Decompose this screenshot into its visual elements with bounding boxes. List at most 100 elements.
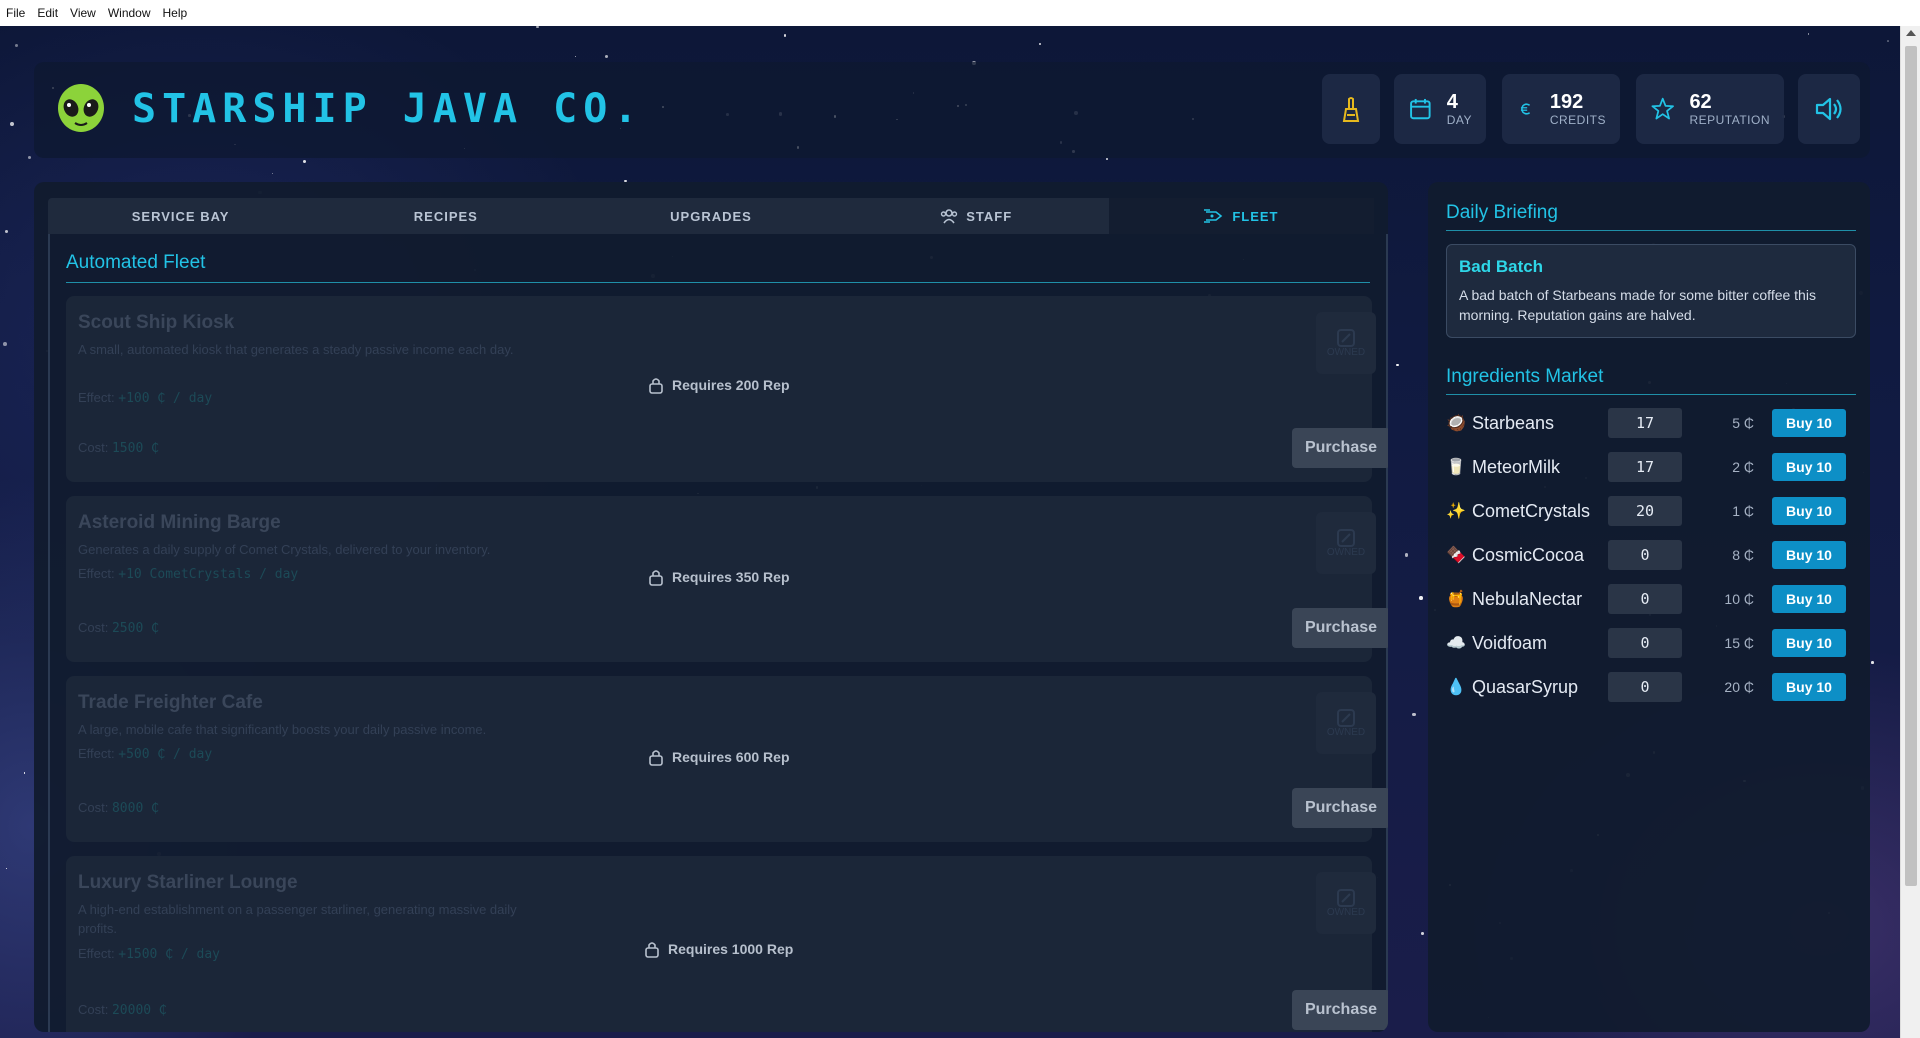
droplet-icon: 💧 [1446,679,1466,696]
tab-label: RECIPES [413,208,478,224]
star-decoration [1396,363,1399,367]
star-decoration [9,121,14,126]
tab-service-bay[interactable]: SERVICE BAY [48,198,313,234]
buy-voidfoam-button[interactable]: Buy 10 [1772,629,1846,657]
tab-recipes[interactable]: RECIPES [313,198,578,234]
star-decoration [604,54,608,59]
effect-value: +100 ₵ / day [118,391,213,406]
alien-logo-icon [58,84,104,132]
cost-label: Cost: [78,620,109,635]
calendar-icon [1410,98,1431,120]
ingredient-price: 8 ₵ [1732,547,1754,563]
menu-file[interactable]: File [6,6,25,20]
scroll-up-arrow[interactable] [1906,30,1916,36]
purchase-button[interactable]: Purchase [1292,608,1388,648]
effect-label: Effect: [78,566,115,581]
cost-value: 1500 ₵ [111,441,159,456]
star-decoration [27,155,31,160]
owned-label: OWNED [1326,906,1366,918]
star-decoration [574,55,577,58]
owned-badge: OWNED [1316,512,1376,574]
credits-stat: 192 CREDITS [1502,74,1620,144]
buy-cosmiccocoa-button[interactable]: Buy 10 [1772,541,1846,569]
ingredient-name: MeteorMilk [1472,456,1561,477]
tab-upgrades[interactable]: UPGRADES [578,198,843,234]
buy-meteormilk-button[interactable]: Buy 10 [1772,453,1846,481]
ingredient-qty: 20 [1608,496,1682,526]
menu-window[interactable]: Window [108,6,151,20]
cost-label: Cost: [78,1002,109,1017]
panel-border-left [48,234,50,1032]
menu-view[interactable]: View [70,6,96,20]
ingredient-price: 1 ₵ [1732,503,1754,519]
fleet-item-description: A small, automated kiosk that generates … [78,342,514,357]
rep-requirement: Requires 350 Rep [648,568,790,586]
owned-label: OWNED [1326,346,1366,358]
buy-quasarsyrup-button[interactable]: Buy 10 [1772,673,1846,701]
market-title: Ingredients Market [1446,366,1604,387]
fleet-card-luxury-starliner-lounge: Luxury Starliner Lounge A high-end estab… [66,856,1388,1032]
game-header: STARSHIP JAVA CO. 4 DAY 192 CREDITS 62 R… [34,62,1870,158]
star-decoration [14,44,18,48]
milk-icon: 🥛 [1446,459,1466,476]
owned-label: OWNED [1326,726,1366,738]
cost-label: Cost: [78,800,109,815]
reputation-value: 62 [1689,91,1712,113]
scroll-thumb[interactable] [1905,46,1917,886]
ingredient-name: Voidfoam [1472,632,1548,653]
cost-value: 8000 ₵ [111,801,159,816]
fleet-item-description: A large, mobile cafe that significantly … [78,722,487,737]
fleet-item-cost: Cost: 1500 ₵ [78,440,159,456]
fleet-item-name: Luxury Starliner Lounge [78,872,298,893]
star-decoration [1404,553,1409,557]
ingredient-price: 20 ₵ [1724,679,1754,695]
requirement-text: Requires 600 Rep [672,749,790,765]
brand-title: STARSHIP JAVA CO. [132,86,644,132]
star-decoration [1038,42,1041,46]
menu-edit[interactable]: Edit [37,6,58,20]
purchase-button[interactable]: Purchase [1292,428,1388,468]
rep-requirement: Requires 200 Rep [648,376,790,394]
ingredient-qty: 0 [1608,584,1682,614]
buy-starbeans-button[interactable]: Buy 10 [1772,409,1846,437]
ingredient-price: 15 ₵ [1724,635,1754,651]
purchase-button[interactable]: Purchase [1292,990,1388,1030]
rep-requirement: Requires 600 Rep [648,748,790,766]
buy-cometcrystals-button[interactable]: Buy 10 [1772,497,1846,525]
cost-value: 2500 ₵ [111,621,159,636]
menu-help[interactable]: Help [163,6,188,20]
purchase-button[interactable]: Purchase [1292,788,1388,828]
requirement-text: Requires 1000 Rep [668,941,794,957]
fleet-item-effect: Effect: +500 ₵ / day [78,746,212,762]
effect-label: Effect: [78,746,115,761]
effect-label: Effect: [78,946,115,961]
reputation-label: REPUTATION [1689,113,1770,127]
owned-check-icon [1337,528,1355,547]
star-decoration [783,34,787,37]
star-icon [1651,97,1674,120]
owned-check-icon [1337,708,1355,727]
ingredient-row-starbeans: 🥥 Starbeans 17 5 ₵ Buy 10 [1446,408,1856,438]
briefing-divider [1446,230,1856,231]
page-scrollbar[interactable] [1900,26,1920,1038]
tab-fleet[interactable]: FLEET [1108,198,1375,234]
buy-nebulanectar-button[interactable]: Buy 10 [1772,585,1846,613]
tab-staff[interactable]: STAFF [844,198,1109,234]
tab-label: SERVICE BAY [131,208,230,224]
requirement-text: Requires 350 Rep [672,569,790,585]
ingredient-price: 10 ₵ [1724,591,1754,607]
owned-label: OWNED [1326,546,1366,558]
sound-toggle-button[interactable] [1798,74,1860,144]
sparkles-icon: ✨ [1446,503,1466,520]
cleaning-icon [1342,97,1360,122]
janitor-button[interactable] [1322,74,1380,144]
fleet-item-name: Scout Ship Kiosk [78,312,235,333]
fleet-card-scout-ship-kiosk: Scout Ship Kiosk A small, automated kios… [66,296,1388,482]
fleet-item-effect: Effect: +10 CometCrystals / day [78,566,298,582]
ingredient-qty: 0 [1608,540,1682,570]
fleet-icon [1204,209,1223,223]
ingredient-name: QuasarSyrup [1472,676,1579,697]
effect-value: +10 CometCrystals / day [118,567,299,582]
lock-icon [649,378,663,394]
star-decoration [5,229,9,233]
